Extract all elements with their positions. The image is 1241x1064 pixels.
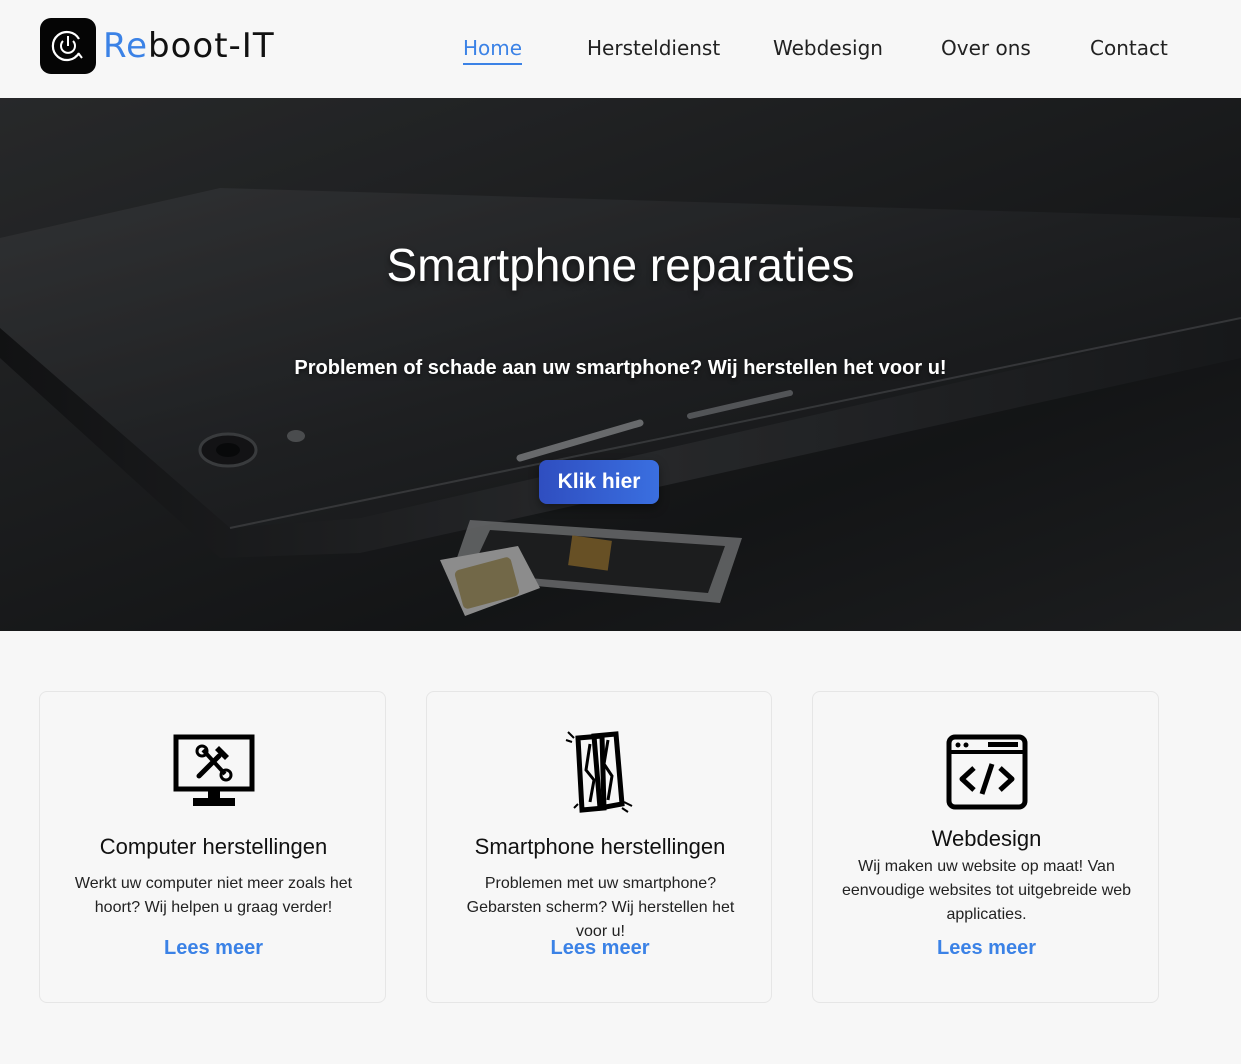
nav-webdesign[interactable]: Webdesign [773, 36, 883, 63]
nav-over-ons[interactable]: Over ons [941, 36, 1031, 63]
lees-meer-link[interactable]: Lees meer [813, 937, 1160, 960]
code-window-icon [813, 734, 1160, 810]
klik-hier-button[interactable]: Klik hier [539, 460, 659, 504]
service-card-computer: Computer herstellingen Werkt uw computer… [39, 691, 386, 1003]
card-text: Werkt uw computer niet meer zoals het ho… [74, 875, 353, 916]
lees-meer-link[interactable]: Lees meer [427, 937, 773, 960]
card-title: Computer herstellingen [99, 834, 328, 859]
card-title: Smartphone herstellingen [474, 834, 726, 859]
card-text: Wij maken uw website op maat! Van eenvou… [841, 858, 1132, 923]
nav-contact[interactable]: Contact [1090, 36, 1168, 63]
hero-subtitle: Problemen of schade aan uw smartphone? W… [294, 357, 947, 379]
service-card-smartphone: Smartphone herstellingen Problemen met u… [426, 691, 772, 1003]
hero-banner: Smartphone reparaties Problemen of schad… [0, 98, 1241, 631]
broken-phone-icon [427, 730, 773, 814]
nav-hersteldienst[interactable]: Hersteldienst [587, 36, 720, 63]
card-title: Webdesign [931, 826, 1042, 851]
hero-title: Smartphone reparaties [386, 239, 855, 291]
main-nav: Home Hersteldienst Webdesign Over ons Co… [0, 36, 1241, 66]
service-card-webdesign: Webdesign Wij maken uw website op maat! … [812, 691, 1159, 1003]
nav-home[interactable]: Home [463, 36, 523, 65]
site-header: Reboot-IT Home Hersteldienst Webdesign O… [0, 0, 1241, 98]
card-text: Problemen met uw smartphone? Gebarsten s… [466, 875, 735, 940]
monitor-tools-icon [40, 734, 387, 810]
lees-meer-link[interactable]: Lees meer [40, 937, 387, 960]
